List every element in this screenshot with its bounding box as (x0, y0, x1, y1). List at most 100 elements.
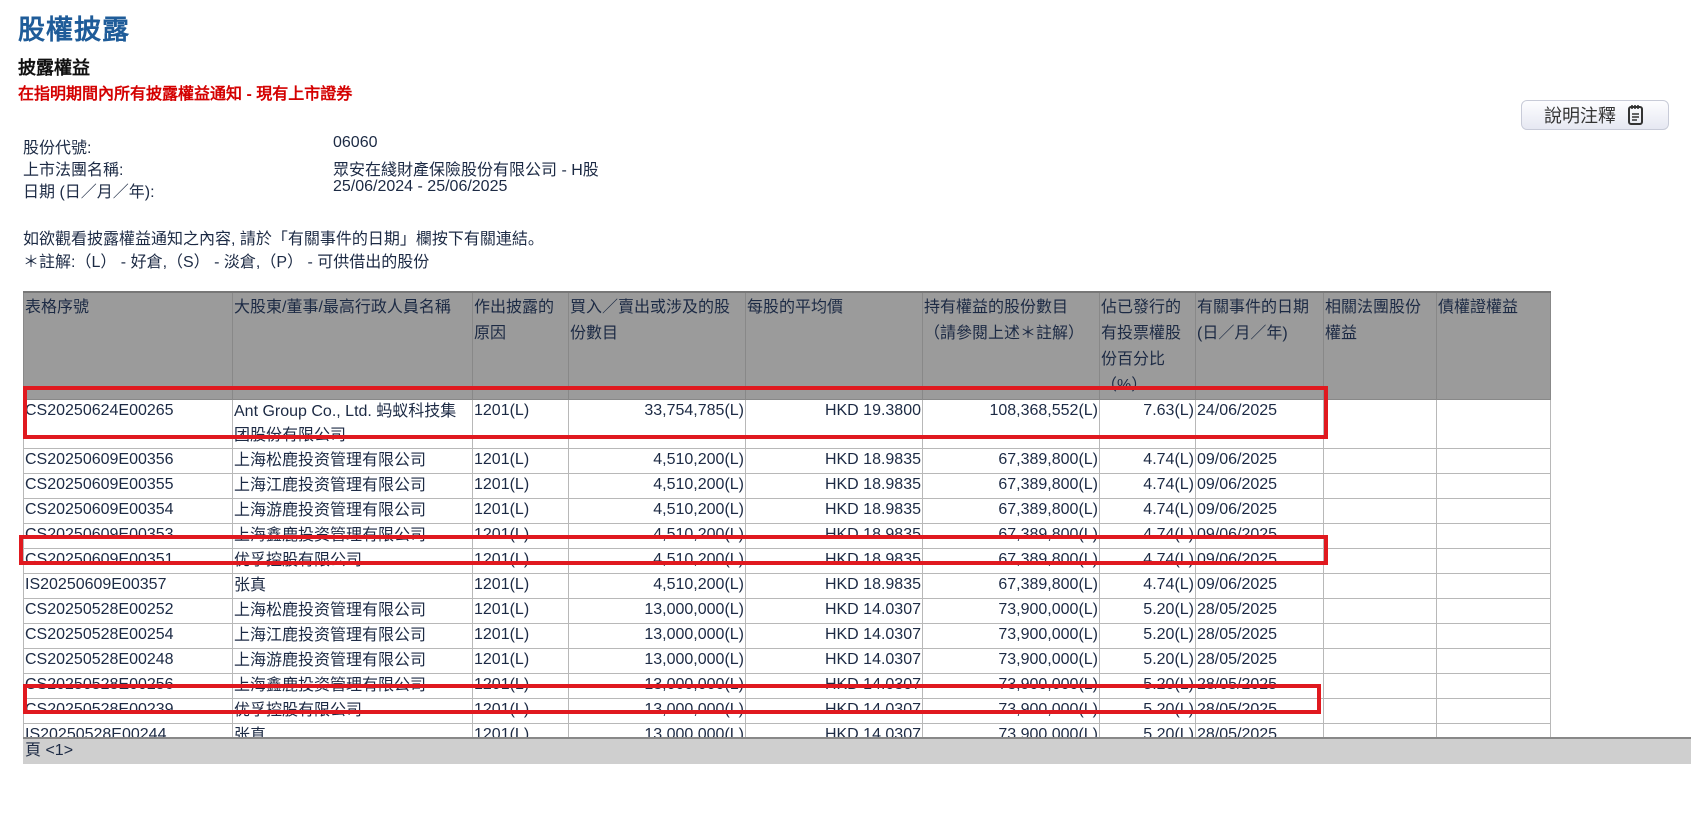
event-date-link[interactable]: 28/05/2025 (1195, 623, 1324, 649)
shares-involved: 13,000,000(L) (568, 623, 746, 649)
event-date-link[interactable]: 09/06/2025 (1195, 523, 1324, 549)
associated-interest (1323, 498, 1437, 524)
holder-name: 上海游鹿投资管理有限公司 (232, 498, 473, 524)
associated-interest (1323, 673, 1437, 699)
associated-interest (1323, 698, 1437, 724)
form-serial-link[interactable]: CS20250609E00356 (23, 448, 233, 474)
help-button-label: 說明注釋 (1544, 106, 1616, 126)
pagination[interactable]: 頁 <1> (23, 737, 1691, 764)
section-subtitle: 披露權益 (18, 58, 90, 78)
column-header: 有關事件的日期(日／月／年) (1195, 291, 1324, 400)
avg-price: HKD 18.9835 (745, 448, 923, 474)
avg-price: HKD 14.0307 (745, 623, 923, 649)
associated-interest (1323, 598, 1437, 624)
percentage: 5.20(L) (1099, 598, 1196, 624)
reason-code: 1201(L) (472, 448, 569, 474)
holder-name: 上海江鹿投资管理有限公司 (232, 473, 473, 499)
percentage: 7.63(L) (1099, 399, 1196, 449)
form-serial-link[interactable]: IS20250609E00357 (23, 573, 233, 599)
table-row: CS20250609E00354 上海游鹿投资管理有限公司 1201(L) 4,510… (23, 498, 1551, 524)
help-notes-button[interactable]: 說明注釋 (1521, 100, 1669, 130)
column-header: 每股的平均價 (745, 291, 923, 400)
debenture-interest (1436, 648, 1551, 674)
debenture-interest (1436, 673, 1551, 699)
debenture-interest (1436, 523, 1551, 549)
avg-price: HKD 14.0307 (745, 673, 923, 699)
company-name-label: 上市法團名稱: (23, 162, 124, 179)
shares-held: 67,389,800(L) (922, 498, 1100, 524)
form-serial-link[interactable]: CS20250609E00353 (23, 523, 233, 549)
event-date-link[interactable]: 09/06/2025 (1195, 498, 1324, 524)
event-date-link[interactable]: 09/06/2025 (1195, 573, 1324, 599)
shares-involved: 4,510,200(L) (568, 548, 746, 574)
table-row: CS20250528E00248 上海游鹿投资管理有限公司 1201(L) 13,00… (23, 648, 1551, 674)
avg-price: HKD 14.0307 (745, 598, 923, 624)
event-date-link[interactable]: 24/06/2025 (1195, 399, 1324, 449)
reason-code: 1201(L) (472, 523, 569, 549)
percentage: 5.20(L) (1099, 673, 1196, 699)
holder-name: 上海鑫鹿投资管理有限公司 (232, 673, 473, 699)
avg-price: HKD 18.9835 (745, 498, 923, 524)
associated-interest (1323, 548, 1437, 574)
shares-involved: 33,754,785(L) (568, 399, 746, 449)
table-row: CS20250609E00355 上海江鹿投资管理有限公司 1201(L) 4,510… (23, 473, 1551, 499)
form-serial-link[interactable]: CS20250528E00254 (23, 623, 233, 649)
avg-price: HKD 18.9835 (745, 548, 923, 574)
instructions: 如欲觀看披露權益通知之內容, 請於「有關事件的日期」欄按下有關連結。 ＊註解:（… (23, 228, 544, 274)
shares-held: 108,368,552(L) (922, 399, 1100, 449)
reason-code: 1201(L) (472, 623, 569, 649)
shares-held: 67,389,800(L) (922, 448, 1100, 474)
debenture-interest (1436, 598, 1551, 624)
form-serial-link[interactable]: CS20250609E00355 (23, 473, 233, 499)
shares-involved: 4,510,200(L) (568, 523, 746, 549)
column-header: 債權證權益 (1436, 291, 1551, 400)
reason-code: 1201(L) (472, 573, 569, 599)
form-serial-link[interactable]: CS20250624E00265 (23, 399, 233, 449)
notepad-icon (1628, 105, 1643, 125)
table-row: CS20250609E00356 上海松鹿投资管理有限公司 1201(L) 4,510… (23, 448, 1551, 474)
avg-price: HKD 14.0307 (745, 698, 923, 724)
form-serial-link[interactable]: CS20250528E00248 (23, 648, 233, 674)
percentage: 5.20(L) (1099, 648, 1196, 674)
company-name-value: 眾安在綫財產保險股份有限公司 - H股 (333, 162, 599, 179)
percentage: 5.20(L) (1099, 698, 1196, 724)
associated-interest (1323, 648, 1437, 674)
form-serial-link[interactable]: CS20250528E00239 (23, 698, 233, 724)
avg-price: HKD 14.0307 (745, 648, 923, 674)
event-date-link[interactable]: 28/05/2025 (1195, 598, 1324, 624)
associated-interest (1323, 399, 1437, 449)
shares-involved: 4,510,200(L) (568, 448, 746, 474)
holder-name: 优孚控股有限公司 (232, 698, 473, 724)
form-serial-link[interactable]: CS20250609E00354 (23, 498, 233, 524)
associated-interest (1323, 523, 1437, 549)
table-row: CS20250609E00353 上海鑫鹿投资管理有限公司 1201(L) 4,510… (23, 523, 1551, 549)
avg-price: HKD 18.9835 (745, 573, 923, 599)
table-row: CS20250624E00265 Ant Group Co., Ltd. 蚂蚁科技… (23, 399, 1551, 449)
avg-price: HKD 18.9835 (745, 523, 923, 549)
column-header: 相關法團股份權益 (1323, 291, 1437, 400)
event-date-link[interactable]: 28/05/2025 (1195, 673, 1324, 699)
debenture-interest (1436, 399, 1551, 449)
event-date-link[interactable]: 09/06/2025 (1195, 448, 1324, 474)
form-serial-link[interactable]: CS20250609E00351 (23, 548, 233, 574)
shares-held: 73,900,000(L) (922, 623, 1100, 649)
percentage: 4.74(L) (1099, 573, 1196, 599)
holder-name: 上海鑫鹿投资管理有限公司 (232, 523, 473, 549)
instruction-text: 如欲觀看披露權益通知之內容, 請於「有關事件的日期」欄按下有關連結。 (23, 231, 544, 248)
percentage: 5.20(L) (1099, 623, 1196, 649)
percentage: 4.74(L) (1099, 523, 1196, 549)
event-date-link[interactable]: 28/05/2025 (1195, 698, 1324, 724)
reason-code: 1201(L) (472, 399, 569, 449)
event-date-link[interactable]: 28/05/2025 (1195, 648, 1324, 674)
form-serial-link[interactable]: CS20250528E00252 (23, 598, 233, 624)
event-date-link[interactable]: 09/06/2025 (1195, 473, 1324, 499)
holder-name: 上海游鹿投资管理有限公司 (232, 648, 473, 674)
form-serial-link[interactable]: CS20250528E00256 (23, 673, 233, 699)
event-date-link[interactable]: 09/06/2025 (1195, 548, 1324, 574)
shares-involved: 13,000,000(L) (568, 673, 746, 699)
debenture-interest (1436, 698, 1551, 724)
holder-name: 张真 (232, 573, 473, 599)
shares-involved: 13,000,000(L) (568, 648, 746, 674)
disclosure-table: 表格序號 大股東/董事/最高行政人員名稱 作出披露的原因 買入／賣出或涉及的股份數目每… (23, 291, 1551, 749)
shares-held: 67,389,800(L) (922, 523, 1100, 549)
